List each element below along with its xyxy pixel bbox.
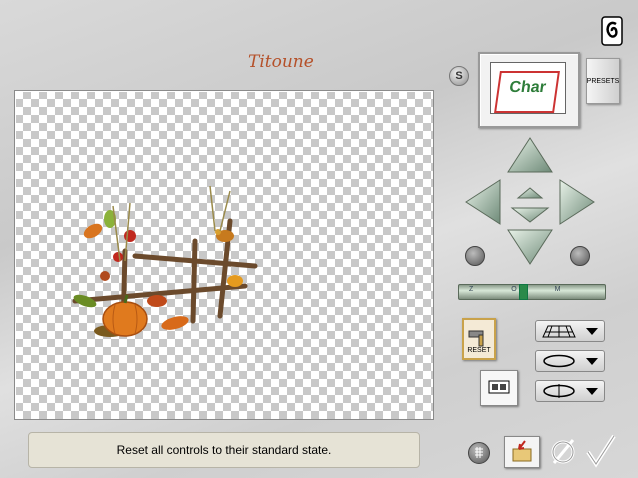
image-icon <box>488 380 510 394</box>
reset-button[interactable]: RESET <box>462 318 496 360</box>
center-down-button[interactable] <box>510 207 550 223</box>
status-text: Reset all controls to their standard sta… <box>116 443 332 457</box>
arrow-left-button[interactable] <box>465 179 501 225</box>
folder-button[interactable] <box>504 436 540 468</box>
arrow-down-button[interactable] <box>507 229 553 265</box>
image-settings-button[interactable] <box>480 370 518 406</box>
hammer-icon <box>468 330 484 347</box>
flip-mode-dropdown[interactable] <box>535 380 605 402</box>
thumbnail-text: Char <box>494 71 560 113</box>
perspective-grid-icon <box>542 325 576 338</box>
arrow-up-button[interactable] <box>507 137 553 173</box>
presets-button[interactable]: PRESETS <box>586 58 620 104</box>
thumbnail-preview[interactable]: Char <box>478 52 580 128</box>
chevron-down-icon <box>586 327 598 335</box>
flip-ellipse-icon <box>543 384 575 398</box>
zoom-slider[interactable]: Z O M <box>458 284 606 300</box>
chevron-down-icon <box>586 387 598 395</box>
preview-canvas[interactable] <box>14 90 434 420</box>
rotation-mode-dropdown[interactable] <box>535 350 605 372</box>
brand-name: Titoune <box>248 52 314 72</box>
grid-button[interactable] <box>468 442 490 464</box>
slider-knob[interactable] <box>519 284 528 300</box>
folder-icon <box>512 440 532 462</box>
arrow-right-button[interactable] <box>559 179 595 225</box>
s-button[interactable]: S <box>449 66 469 86</box>
perspective-mode-dropdown[interactable] <box>535 320 605 342</box>
autumn-fence-image <box>72 185 258 337</box>
app-logo-icon <box>601 16 623 46</box>
chevron-down-icon <box>586 357 598 365</box>
ok-check-icon[interactable] <box>584 432 618 468</box>
presets-label: PRESETS <box>586 77 620 85</box>
rotate-right-button[interactable] <box>570 246 590 266</box>
center-up-button[interactable] <box>516 187 544 199</box>
cancel-icon[interactable] <box>548 436 578 466</box>
status-bar: Reset all controls to their standard sta… <box>28 432 420 468</box>
reset-label: RESET <box>467 347 491 354</box>
grid-icon <box>475 447 483 458</box>
rotate-ellipse-icon <box>543 354 575 368</box>
rotate-left-button[interactable] <box>465 246 485 266</box>
slider-marks: Z O M <box>469 286 579 293</box>
